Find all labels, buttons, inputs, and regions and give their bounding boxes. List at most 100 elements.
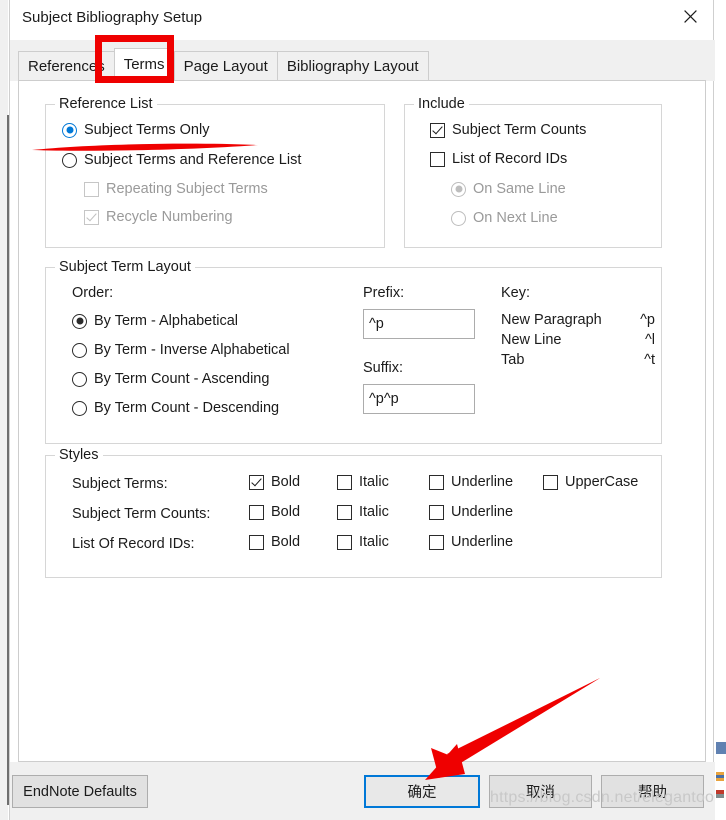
radio-subject-terms-only[interactable]: Subject Terms Only xyxy=(62,122,209,138)
checkbox-subject-terms-uppercase[interactable]: UpperCase xyxy=(543,474,638,490)
tab-references[interactable]: References xyxy=(18,51,114,81)
key-code: ^p xyxy=(640,312,655,328)
checkbox-subject-term-counts-italic[interactable]: Italic xyxy=(337,504,389,520)
radio-by-term-alphabetical[interactable]: By Term - Alphabetical xyxy=(72,313,238,329)
background-window-icon-lower xyxy=(716,790,724,798)
tab-page-layout-label: Page Layout xyxy=(183,57,268,75)
checkbox-list-of-record-ids-bold-label: Bold xyxy=(271,534,301,550)
radio-icon xyxy=(62,152,77,168)
checkbox-subject-terms-uppercase-label: UpperCase xyxy=(565,474,639,490)
radio-by-term-count-descending-label: By Term Count - Descending xyxy=(94,400,280,416)
radio-by-term-count-descending[interactable]: By Term Count - Descending xyxy=(72,400,279,416)
radio-on-next-line: On Next Line xyxy=(451,210,558,226)
background-window-right-edge xyxy=(713,0,726,820)
key-code: ^l xyxy=(644,332,655,348)
checkbox-subject-terms-italic[interactable]: Italic xyxy=(337,474,389,490)
radio-on-same-line: On Same Line xyxy=(451,181,566,197)
checkbox-subject-term-counts-underline[interactable]: Underline xyxy=(429,504,513,520)
checkbox-list-of-record-ids-label: List of Record IDs xyxy=(452,151,568,167)
tab-references-label: References xyxy=(28,57,105,75)
subject-term-layout-legend: Subject Term Layout xyxy=(55,259,195,275)
radio-on-next-line-label: On Next Line xyxy=(473,210,558,226)
radio-by-term-alphabetical-label: By Term - Alphabetical xyxy=(94,313,238,329)
suffix-label: Suffix: xyxy=(363,360,404,376)
key-name: New Line xyxy=(501,332,562,348)
checkbox-list-of-record-ids[interactable]: List of Record IDs xyxy=(430,151,567,167)
checkbox-list-of-record-ids-underline[interactable]: Underline xyxy=(429,534,513,550)
terms-tab-page: Reference List Subject Terms Only Subjec… xyxy=(18,80,706,762)
key-label: Key: xyxy=(501,285,531,301)
styles-row-label-list-of-record-ids: List Of Record IDs: xyxy=(72,536,195,552)
checkbox-list-of-record-ids-italic-label: Italic xyxy=(359,534,389,550)
background-window-blue-marker xyxy=(716,742,726,754)
endnote-defaults-button-label: EndNote Defaults xyxy=(23,783,137,800)
radio-icon xyxy=(72,313,87,329)
subject-bibliography-setup-dialog: Subject Bibliography Setup References Te… xyxy=(9,0,715,820)
screenshot-root: Subject Bibliography Setup References Te… xyxy=(0,0,726,820)
radio-icon xyxy=(451,210,466,226)
tab-bibliography-layout[interactable]: Bibliography Layout xyxy=(276,51,429,81)
checkbox-subject-term-counts-label: Subject Term Counts xyxy=(452,122,587,138)
checkbox-icon xyxy=(429,504,444,520)
tab-page-layout[interactable]: Page Layout xyxy=(173,51,277,81)
radio-by-term-count-ascending-label: By Term Count - Ascending xyxy=(94,371,270,387)
styles-row-label-subject-terms: Subject Terms: xyxy=(72,476,168,492)
checkbox-subject-terms-bold[interactable]: Bold xyxy=(249,474,300,490)
close-icon[interactable] xyxy=(667,0,713,32)
suffix-input[interactable] xyxy=(363,384,475,414)
checkbox-subject-term-counts-underline-label: Underline xyxy=(451,504,514,520)
key-row: New Line ^l xyxy=(501,330,655,350)
key-name: New Paragraph xyxy=(501,312,602,328)
tab-list: References Terms Page Layout Bibliograph… xyxy=(18,48,429,81)
checkbox-repeating-subject-terms: Repeating Subject Terms xyxy=(84,181,268,197)
checkbox-icon xyxy=(430,122,445,138)
checkbox-subject-terms-bold-label: Bold xyxy=(271,474,301,490)
order-label: Order: xyxy=(72,285,114,301)
ok-button-label: 确定 xyxy=(407,785,437,801)
radio-by-term-inverse-alphabetical-label: By Term - Inverse Alphabetical xyxy=(94,342,290,358)
checkbox-subject-term-counts[interactable]: Subject Term Counts xyxy=(430,122,586,138)
key-code: ^t xyxy=(644,352,655,368)
tab-bibliography-layout-label: Bibliography Layout xyxy=(286,57,419,75)
checkbox-icon xyxy=(543,474,558,490)
checkbox-icon xyxy=(429,534,444,550)
checkbox-icon xyxy=(249,534,264,550)
checkbox-subject-term-counts-italic-label: Italic xyxy=(359,504,389,520)
radio-by-term-inverse-alphabetical[interactable]: By Term - Inverse Alphabetical xyxy=(72,342,290,358)
radio-icon xyxy=(451,181,466,197)
checkbox-subject-terms-underline[interactable]: Underline xyxy=(429,474,513,490)
key-row: Tab ^t xyxy=(501,350,655,370)
checkbox-icon xyxy=(249,504,264,520)
checkbox-subject-term-counts-bold[interactable]: Bold xyxy=(249,504,300,520)
key-row: New Paragraph ^p xyxy=(501,310,655,330)
endnote-defaults-button[interactable]: EndNote Defaults xyxy=(12,775,148,808)
include-legend: Include xyxy=(414,96,469,112)
checkbox-list-of-record-ids-underline-label: Underline xyxy=(451,534,514,550)
radio-subject-terms-and-reference-list-label: Subject Terms and Reference List xyxy=(84,152,302,168)
checkbox-icon xyxy=(84,181,99,197)
ok-button[interactable]: 确定 xyxy=(364,775,480,808)
radio-icon xyxy=(72,400,87,416)
checkbox-repeating-subject-terms-label: Repeating Subject Terms xyxy=(106,181,268,197)
watermark-text: https://blog.csdn.net/elegantoo xyxy=(490,789,715,806)
key-legend-table: New Paragraph ^p New Line ^l Tab ^t xyxy=(501,310,655,370)
checkbox-subject-term-counts-bold-label: Bold xyxy=(271,504,301,520)
radio-on-same-line-label: On Same Line xyxy=(473,181,566,197)
radio-subject-terms-and-reference-list[interactable]: Subject Terms and Reference List xyxy=(62,152,301,168)
reference-list-group: Reference List Subject Terms Only Subjec… xyxy=(45,96,385,248)
checkbox-list-of-record-ids-bold[interactable]: Bold xyxy=(249,534,300,550)
checkbox-recycle-numbering-label: Recycle Numbering xyxy=(106,209,233,225)
prefix-input[interactable] xyxy=(363,309,475,339)
checkbox-list-of-record-ids-italic[interactable]: Italic xyxy=(337,534,389,550)
radio-icon xyxy=(72,371,87,387)
checkbox-icon xyxy=(337,474,352,490)
prefix-label: Prefix: xyxy=(363,285,405,301)
checkbox-icon xyxy=(429,474,444,490)
styles-legend: Styles xyxy=(55,447,103,463)
dialog-titlebar: Subject Bibliography Setup xyxy=(10,0,713,40)
tab-terms[interactable]: Terms xyxy=(113,48,174,81)
dialog-title: Subject Bibliography Setup xyxy=(22,9,203,26)
radio-subject-terms-only-label: Subject Terms Only xyxy=(84,122,210,138)
radio-by-term-count-ascending[interactable]: By Term Count - Ascending xyxy=(72,371,269,387)
checkbox-icon xyxy=(249,474,264,490)
